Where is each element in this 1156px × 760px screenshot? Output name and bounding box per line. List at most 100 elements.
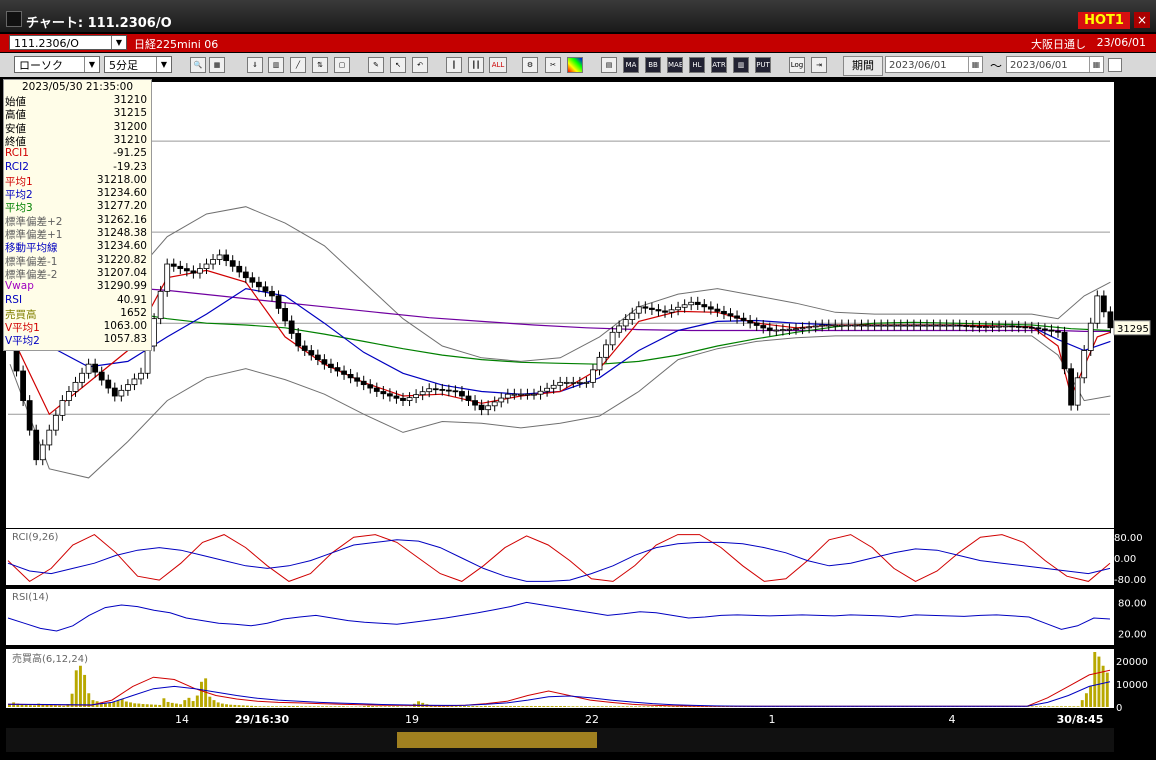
info-row: 高値 31215 bbox=[5, 107, 149, 121]
volume-bar bbox=[321, 706, 324, 707]
candle-body bbox=[1087, 322, 1094, 351]
info-row: RCI2 -19.23 bbox=[5, 161, 149, 174]
rsi-pane[interactable] bbox=[6, 589, 1114, 645]
candle-body bbox=[1048, 329, 1055, 332]
atr-button[interactable]: ATR bbox=[711, 57, 727, 73]
symbol-select[interactable]: 111.2306/O ▼ bbox=[9, 35, 127, 50]
rci-pane[interactable] bbox=[6, 529, 1114, 585]
candle-body bbox=[983, 326, 989, 329]
volume-bar bbox=[1068, 706, 1072, 707]
volume-pane[interactable] bbox=[6, 649, 1114, 708]
info-row-value: 1057.83 bbox=[103, 333, 147, 346]
chart-line-icon[interactable]: ╱ bbox=[290, 57, 306, 73]
candle-body bbox=[825, 324, 832, 327]
candle-body bbox=[465, 395, 472, 401]
disabled-tool-icon[interactable]: ▢ bbox=[334, 57, 350, 73]
bb-button[interactable]: BB bbox=[645, 57, 661, 73]
date-from-field[interactable]: 2023/06/01 ▦ bbox=[885, 56, 983, 73]
all-button[interactable]: ALL bbox=[489, 57, 507, 73]
price-pane[interactable] bbox=[6, 82, 1114, 528]
chart-area[interactable]: 3120031300314003150031295 80.000.00-80.0… bbox=[0, 78, 1156, 760]
x-tick-label: 30/8:45 bbox=[1057, 713, 1104, 726]
log-button[interactable]: Log bbox=[789, 57, 805, 73]
grid-icon[interactable]: ▦ bbox=[209, 57, 225, 73]
calendar-icon[interactable]: ▦ bbox=[1089, 57, 1103, 72]
calendar-icon[interactable]: ▦ bbox=[968, 57, 982, 72]
candle-body bbox=[98, 371, 105, 381]
info-row-value: 31290.99 bbox=[96, 280, 147, 293]
chevron-down-icon[interactable]: ▼ bbox=[111, 36, 126, 49]
chart-type-select[interactable]: ローソク ▼ bbox=[14, 56, 100, 73]
settings-icon[interactable]: ⚙ bbox=[522, 57, 538, 73]
candle-body bbox=[969, 325, 976, 328]
info-row-value: 31210 bbox=[113, 133, 147, 146]
candle-body bbox=[1107, 311, 1114, 329]
candle-body bbox=[937, 324, 943, 327]
info-row-value: 31215 bbox=[113, 107, 147, 120]
color-palette-icon[interactable] bbox=[567, 57, 583, 73]
candle-body bbox=[432, 388, 439, 391]
volume-bar bbox=[496, 706, 500, 707]
volume-bar bbox=[471, 706, 475, 707]
indicator-button[interactable]: ▥ bbox=[733, 57, 749, 73]
volume-bar bbox=[596, 706, 600, 707]
option-checkbox[interactable] bbox=[1108, 58, 1122, 72]
candle-body bbox=[649, 307, 655, 310]
volume-bar bbox=[229, 704, 233, 707]
candle-body bbox=[878, 324, 885, 327]
zoom-icon[interactable]: 🔍 bbox=[190, 57, 206, 73]
date-range-separator: 〜 bbox=[990, 59, 1003, 73]
volume-bar bbox=[250, 705, 254, 707]
hl-button[interactable]: HL bbox=[689, 57, 705, 73]
candle-icon[interactable]: ┃ bbox=[446, 57, 462, 73]
candle-body bbox=[609, 331, 616, 346]
volume-bar bbox=[458, 706, 462, 707]
volume-bar bbox=[492, 706, 496, 707]
volume-bar bbox=[625, 706, 629, 707]
info-row-value: 1063.00 bbox=[103, 320, 147, 333]
undo-icon[interactable]: ↶ bbox=[412, 57, 428, 73]
candle-body bbox=[223, 254, 230, 262]
volume-bar bbox=[179, 704, 183, 707]
volume-bar bbox=[162, 698, 166, 707]
candle-body bbox=[963, 325, 970, 327]
ma-button[interactable]: MA bbox=[623, 57, 639, 73]
volume-bar bbox=[74, 670, 78, 707]
put-button[interactable]: PUT bbox=[755, 57, 771, 73]
hot1-button[interactable]: HOT1 bbox=[1078, 12, 1130, 29]
chart-compare-icon[interactable]: ⇅ bbox=[312, 57, 328, 73]
mae-button[interactable]: MAE bbox=[667, 57, 683, 73]
candle-body bbox=[806, 326, 812, 329]
period-button[interactable]: 期間 bbox=[843, 56, 883, 76]
volume-bar bbox=[245, 705, 249, 707]
volume-bar bbox=[174, 703, 178, 707]
volume-bar bbox=[488, 706, 491, 707]
candle-body bbox=[347, 374, 354, 379]
interval-select[interactable]: 5分足 ▼ bbox=[104, 56, 172, 73]
chart-bars-icon[interactable]: ▥ bbox=[268, 57, 284, 73]
candle-body bbox=[321, 359, 328, 365]
chevron-down-icon[interactable]: ▼ bbox=[84, 57, 99, 72]
arrow-down-icon[interactable]: ⇓ bbox=[247, 57, 263, 73]
info-row-value: 31210 bbox=[113, 94, 147, 106]
volume-bar bbox=[371, 706, 375, 707]
symbol-bar: 111.2306/O ▼ 日経225mini 06 大阪日通し 23/06/01 bbox=[0, 34, 1156, 52]
close-icon[interactable]: × bbox=[1134, 12, 1150, 28]
scroller-thumb[interactable] bbox=[397, 732, 597, 748]
chart-settings-icon[interactable]: ▤ bbox=[601, 57, 617, 73]
chevron-down-icon[interactable]: ▼ bbox=[156, 57, 171, 72]
candle-multi-icon[interactable]: ┃┃ bbox=[468, 57, 484, 73]
volume-bar bbox=[1055, 706, 1059, 707]
volume-bar bbox=[650, 706, 654, 707]
export-icon[interactable]: ⇥ bbox=[811, 57, 827, 73]
cursor-icon[interactable]: ↖ bbox=[390, 57, 406, 73]
wrench-icon[interactable]: ✂ bbox=[545, 57, 561, 73]
candle-body bbox=[197, 268, 203, 274]
candle-body bbox=[236, 265, 243, 273]
date-to-field[interactable]: 2023/06/01 ▦ bbox=[1006, 56, 1104, 73]
volume-bar bbox=[149, 704, 153, 707]
volume-bar bbox=[266, 706, 270, 707]
volume-bar bbox=[559, 706, 562, 707]
volume-bar bbox=[417, 701, 420, 707]
pencil-icon[interactable]: ✎ bbox=[368, 57, 384, 73]
